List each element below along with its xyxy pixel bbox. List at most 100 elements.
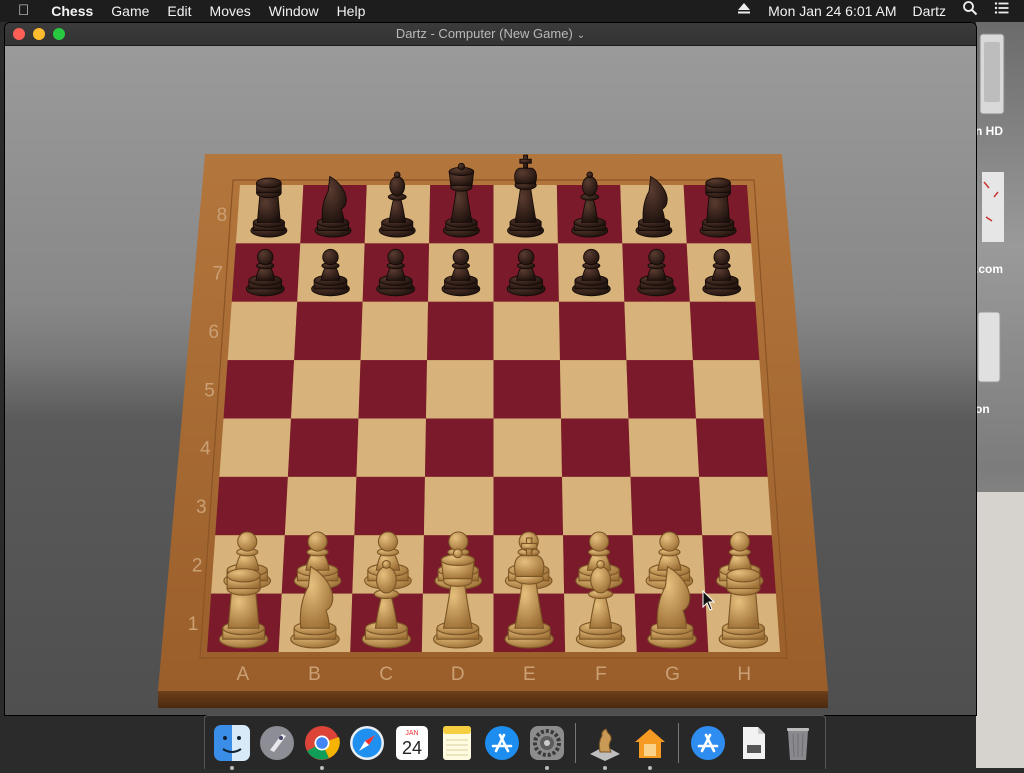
square-e5[interactable] xyxy=(493,360,562,419)
square-b5[interactable] xyxy=(291,360,361,419)
menu-moves[interactable]: Moves xyxy=(201,0,260,22)
menu-edit[interactable]: Edit xyxy=(158,0,200,22)
system-preferences-icon xyxy=(529,725,564,760)
file-label: G xyxy=(665,664,680,685)
square-h5[interactable] xyxy=(692,360,764,419)
safari-icon xyxy=(349,725,384,760)
square-b6[interactable] xyxy=(294,301,363,361)
dock-calendar[interactable]: JAN 24 xyxy=(392,723,432,763)
rank-label: 3 xyxy=(196,497,207,518)
square-d5[interactable] xyxy=(426,360,494,419)
app-menu-chess[interactable]: Chess xyxy=(42,0,102,22)
square-d3[interactable] xyxy=(423,476,494,536)
dock-separator xyxy=(678,722,679,763)
menu-clock[interactable]: Mon Jan 24 6:01 AM xyxy=(760,0,904,22)
square-c4[interactable] xyxy=(356,418,426,477)
close-button[interactable] xyxy=(13,28,25,40)
chess-board[interactable]: 8 7 6 5 4 3 2 1 A B C D E F G H xyxy=(5,46,976,715)
file-label: E xyxy=(523,664,536,685)
menu-window[interactable]: Window xyxy=(260,0,328,22)
chrome-icon xyxy=(304,725,340,760)
square-g6[interactable] xyxy=(624,301,693,361)
dock-launchpad[interactable] xyxy=(257,723,297,763)
square-a6[interactable] xyxy=(227,301,298,361)
square-a4[interactable] xyxy=(219,418,291,477)
launchpad-icon xyxy=(259,725,294,760)
square-g5[interactable] xyxy=(626,360,696,419)
dock-notes[interactable] xyxy=(437,723,477,763)
dock-finder[interactable] xyxy=(212,723,252,770)
chevron-down-icon[interactable]: ⌄ xyxy=(577,30,585,41)
dock-safari[interactable] xyxy=(347,723,387,763)
square-c5[interactable] xyxy=(358,360,428,419)
rank-label: 2 xyxy=(192,555,203,576)
square-d4[interactable] xyxy=(424,418,494,477)
home-icon xyxy=(634,728,665,758)
dock-app-store[interactable] xyxy=(482,723,522,763)
square-e4[interactable] xyxy=(493,418,563,477)
dock-trash[interactable] xyxy=(778,723,818,763)
dock-separator xyxy=(575,722,576,763)
square-e6[interactable] xyxy=(493,301,560,361)
square-a5[interactable] xyxy=(223,360,295,419)
square-e3[interactable] xyxy=(493,476,564,536)
dock-system-preferences[interactable] xyxy=(527,723,567,770)
file-label: H xyxy=(737,664,751,685)
desktop-label-2: .com xyxy=(975,262,1004,276)
square-b4[interactable] xyxy=(287,418,359,477)
square-c3[interactable] xyxy=(354,476,425,536)
file-label: D xyxy=(451,664,465,685)
dock-chess[interactable] xyxy=(585,723,625,770)
board-frame-edge xyxy=(158,691,828,708)
eject-icon[interactable] xyxy=(728,0,760,22)
spotlight-search-icon[interactable] xyxy=(954,0,986,22)
rank-label: 5 xyxy=(204,380,215,401)
file-label: B xyxy=(308,664,321,685)
zoom-button[interactable] xyxy=(53,28,65,40)
square-d6[interactable] xyxy=(427,301,494,361)
square-h4[interactable] xyxy=(696,418,768,477)
square-f5[interactable] xyxy=(559,360,629,419)
notes-icon xyxy=(442,725,471,760)
document-icon xyxy=(742,726,765,759)
dock-home[interactable] xyxy=(630,723,670,770)
square-h3[interactable] xyxy=(699,476,772,536)
square-a3[interactable] xyxy=(215,476,288,536)
calendar-month: JAN xyxy=(405,730,418,737)
menu-help[interactable]: Help xyxy=(328,0,375,22)
rank-label: 1 xyxy=(188,614,199,635)
downloads-icon xyxy=(690,725,725,760)
square-h6[interactable] xyxy=(689,301,760,361)
dock-chrome[interactable] xyxy=(302,723,342,770)
desktop-label-3: on xyxy=(975,402,990,416)
calendar-day: 24 xyxy=(401,738,421,758)
game-scene: 8 7 6 5 4 3 2 1 A B C D E F G H xyxy=(5,46,976,715)
window-title: Dartz - Computer (New Game) xyxy=(395,26,573,41)
dock: JAN 24 xyxy=(204,715,826,770)
board-squares xyxy=(207,185,780,652)
square-g4[interactable] xyxy=(628,418,700,477)
apple-menu-icon[interactable]:  xyxy=(0,0,42,22)
notification-center-icon[interactable] xyxy=(986,0,1024,22)
window-titlebar[interactable]: Dartz - Computer (New Game) ⌄ xyxy=(5,23,976,46)
trash-icon xyxy=(786,727,809,760)
menu-user[interactable]: Dartz xyxy=(905,0,954,22)
rank-label: 6 xyxy=(208,322,219,343)
square-b3[interactable] xyxy=(284,476,357,536)
file-label: A xyxy=(236,664,249,685)
dock-document[interactable] xyxy=(733,723,773,763)
square-f4[interactable] xyxy=(561,418,631,477)
chess-window: Dartz - Computer (New Game) ⌄ 8 7 6 5 4 3 2 1 A… xyxy=(5,23,976,715)
dock-downloads[interactable] xyxy=(688,723,728,763)
square-g3[interactable] xyxy=(630,476,703,536)
calendar-icon: JAN 24 xyxy=(395,725,428,760)
rank-label: 8 xyxy=(217,205,228,226)
square-f3[interactable] xyxy=(562,476,633,536)
finder-icon xyxy=(213,724,250,761)
menu-game[interactable]: Game xyxy=(102,0,158,22)
minimize-button[interactable] xyxy=(33,28,45,40)
rank-label: 7 xyxy=(213,264,224,285)
rank-label: 4 xyxy=(200,439,211,460)
square-f6[interactable] xyxy=(558,301,627,361)
square-c6[interactable] xyxy=(360,301,429,361)
